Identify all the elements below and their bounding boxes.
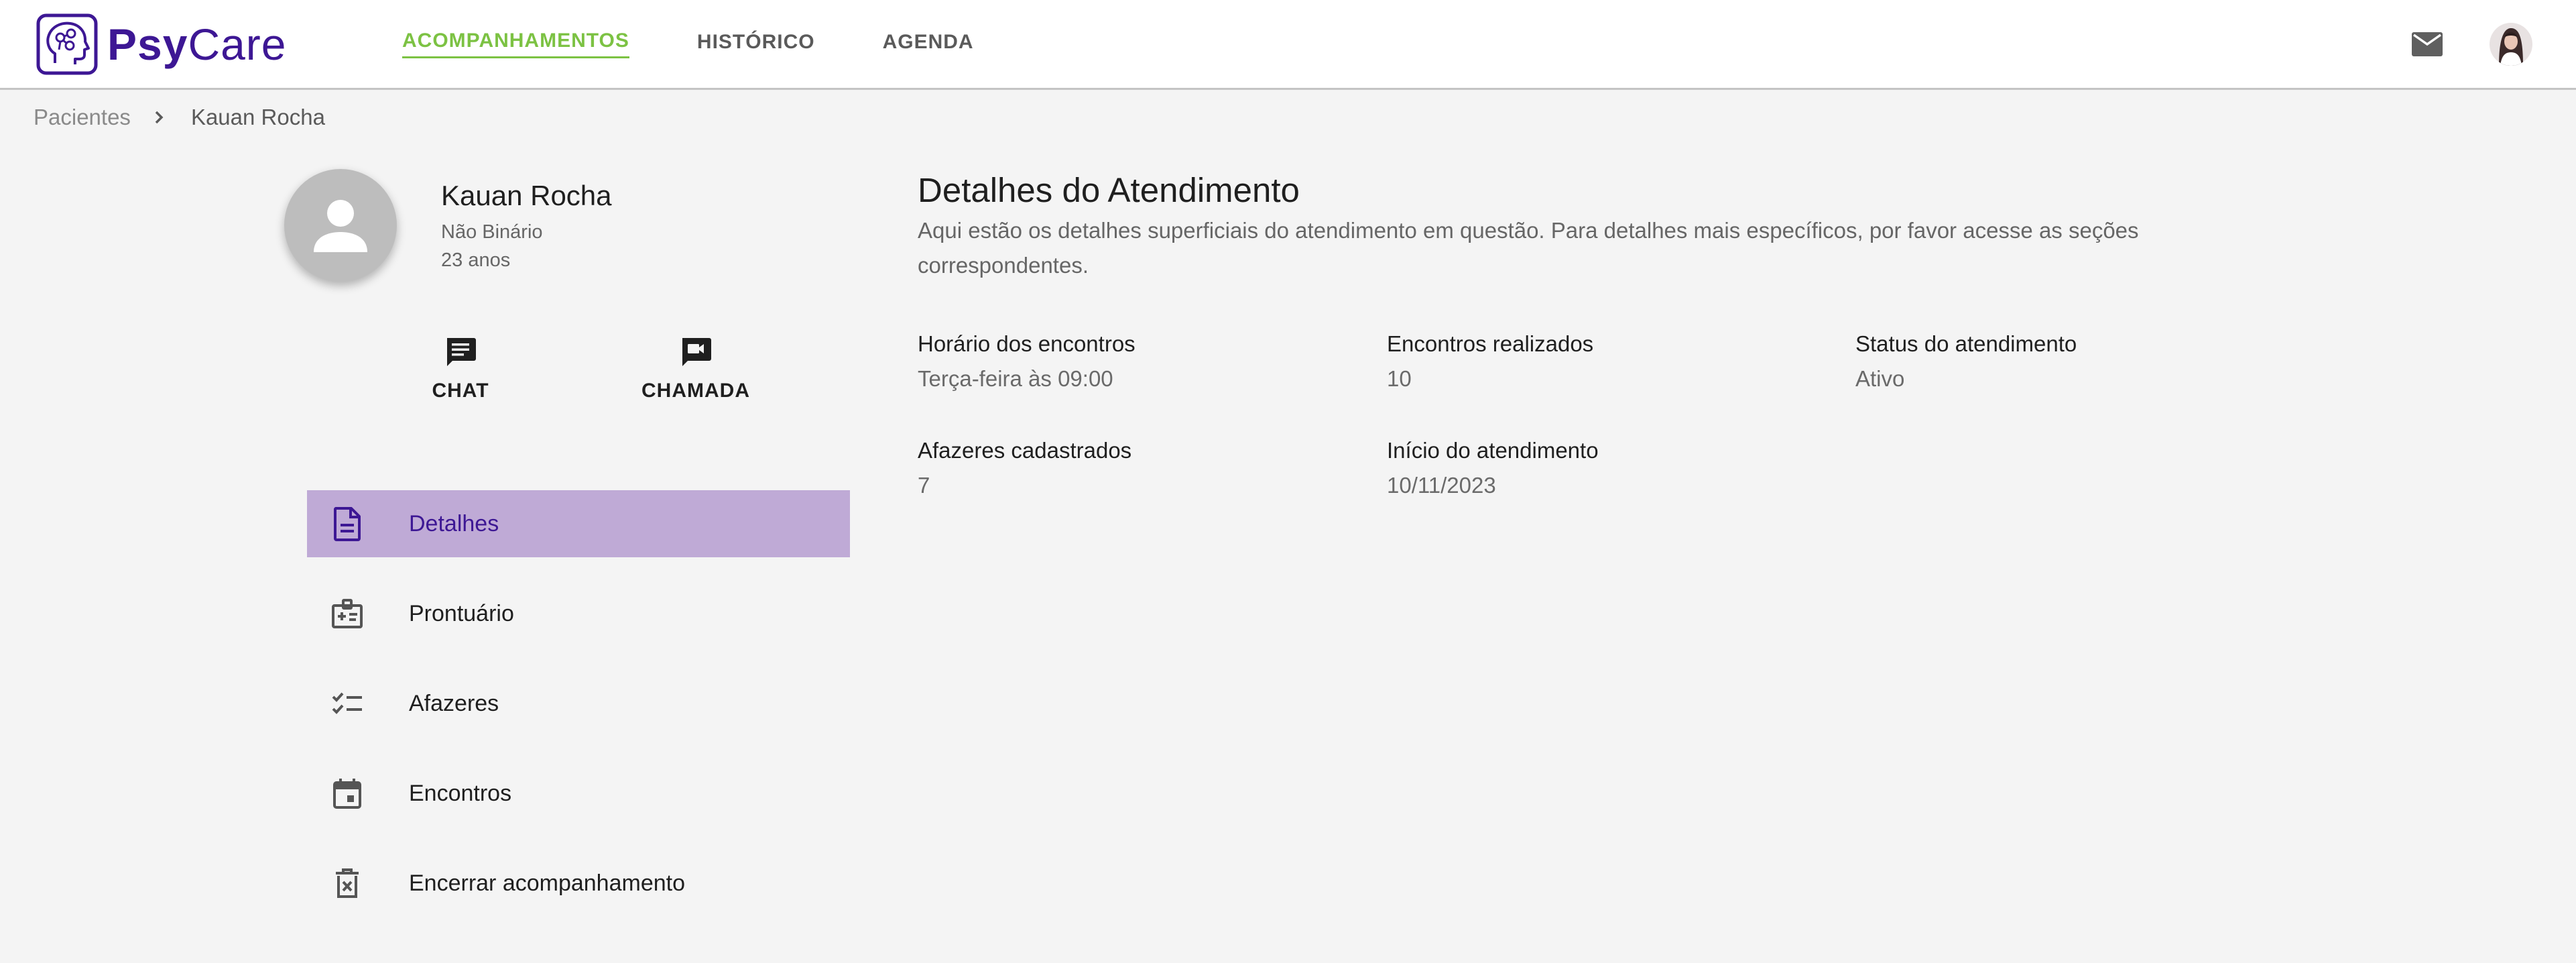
nav-agenda[interactable]: AGENDA [883,31,974,58]
calendar-icon [328,775,366,812]
field-value: 7 [918,473,930,498]
main-nav: ACOMPANHAMENTOS HISTÓRICO AGENDA [402,0,1042,88]
delete-icon [328,864,366,902]
chat-icon [447,338,476,366]
breadcrumb-current: Kauan Rocha [190,105,325,129]
patient-age: 23 anos [441,249,511,271]
field-inicio: Início do atendimento 10/11/2023 [1387,438,1599,498]
person-icon [314,200,367,252]
top-app-bar: PsyCare ACOMPANHAMENTOS HISTÓRICO AGENDA [0,0,2576,90]
field-value: Ativo [1855,366,1905,391]
nav-historico[interactable]: HISTÓRICO [697,31,815,58]
menu-item-prontuario[interactable]: Prontuário [307,580,850,647]
field-status: Status do atendimento Ativo [1855,331,2077,392]
side-menu: Detalhes Prontuário Afazeres Encontros E… [307,490,850,940]
menu-item-encontros[interactable]: Encontros [307,760,850,827]
call-button[interactable]: CHAMADA [637,335,755,402]
checklist-icon [328,685,366,722]
patient-gender: Não Binário [441,221,543,243]
app-logo[interactable]: PsyCare [36,13,287,75]
menu-label-detalhes: Detalhes [409,510,499,536]
chat-button[interactable]: CHAT [416,335,505,402]
medical-record-icon [328,595,366,632]
field-value: Terça-feira às 09:00 [918,366,1113,391]
field-label: Encontros realizados [1387,331,1594,356]
field-encontros-realizados: Encontros realizados 10 [1387,331,1593,392]
menu-item-encerrar[interactable]: Encerrar acompanhamento [307,850,850,917]
breadcrumb-pacientes[interactable]: Pacientes [34,105,131,130]
field-value: 10/11/2023 [1387,473,1496,498]
chevron-right-icon [155,111,164,124]
details-description: Aqui estão os detalhes superficiais do a… [918,218,2139,278]
menu-label-encontros: Encontros [409,780,512,806]
document-icon [328,505,366,543]
video-call-icon [682,338,711,366]
field-horario: Horário dos encontros Terça-feira às 09:… [918,331,1136,392]
mail-icon[interactable] [2412,32,2443,56]
menu-item-detalhes[interactable]: Detalhes [307,490,850,557]
menu-item-afazeres[interactable]: Afazeres [307,670,850,737]
nav-acompanhamentos[interactable]: ACOMPANHAMENTOS [402,30,629,58]
menu-label-encerrar: Encerrar acompanhamento [409,870,686,896]
chat-label: CHAT [432,380,489,402]
field-label: Início do atendimento [1387,438,1599,463]
patient-name: Kauan Rocha [441,180,612,211]
field-afazeres: Afazeres cadastrados 7 [918,438,1131,498]
patient-avatar [284,169,397,282]
menu-label-afazeres: Afazeres [409,690,499,716]
call-label: CHAMADA [641,380,750,402]
details-title: Detalhes do Atendimento [918,171,1300,209]
field-label: Horário dos encontros [918,331,1136,356]
app-name: PsyCare [107,19,287,69]
brain-head-icon [36,13,98,75]
breadcrumb: Pacientes Kauan Rocha [34,104,325,131]
profile-photo-icon [2490,23,2532,66]
field-label: Afazeres cadastrados [918,438,1132,463]
user-avatar[interactable] [2490,23,2532,66]
menu-label-prontuario: Prontuário [409,600,514,626]
field-value: 10 [1387,366,1412,391]
field-label: Status do atendimento [1855,331,2077,356]
